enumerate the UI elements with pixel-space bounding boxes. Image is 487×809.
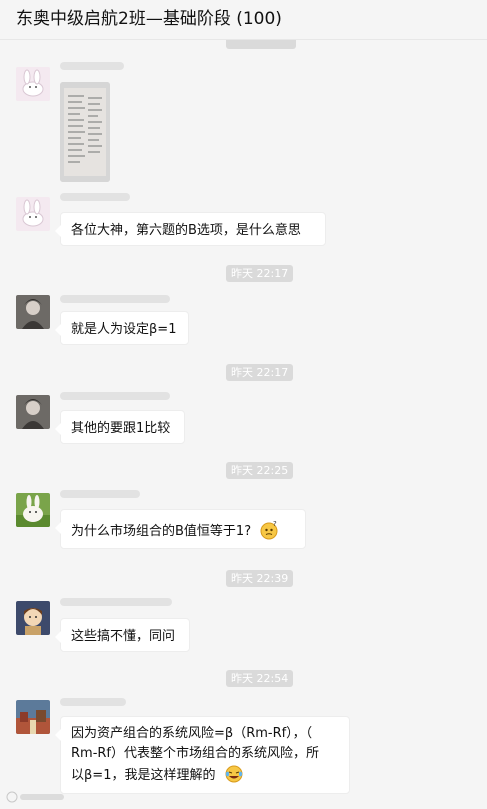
- message-bubble[interactable]: 其他的要跟1比较: [55, 410, 185, 444]
- nickname-blurred: [60, 193, 130, 201]
- avatar[interactable]: [16, 395, 50, 429]
- message-text: 其他的要跟1比较: [71, 421, 171, 436]
- message-bubble[interactable]: 为什么市场组合的B值恒等于1? ?: [55, 509, 306, 549]
- timestamp: 昨天 22:54: [226, 670, 294, 687]
- nickname-blurred: [60, 295, 170, 303]
- image-message[interactable]: [60, 82, 110, 182]
- message-text-line: Rm-Rf）代表整个市场组合的系统风险，所: [71, 746, 319, 761]
- message-bubble[interactable]: 就是人为设定β=1: [55, 311, 189, 345]
- message-text: 各位大神，第六题的B选项，是什么意思: [71, 223, 301, 238]
- thinking-face-icon: ?: [259, 520, 279, 540]
- timestamp-cut: [226, 40, 296, 49]
- avatar[interactable]: [16, 700, 50, 734]
- nickname-blurred: [60, 698, 126, 706]
- avatar[interactable]: [16, 67, 50, 101]
- nickname-blurred: [60, 392, 170, 400]
- message-text: 这些搞不懂，同问: [71, 629, 176, 644]
- message-bubble[interactable]: 这些搞不懂，同问: [55, 618, 190, 652]
- avatar[interactable]: [16, 601, 50, 635]
- message-text-line-wrap: 以β=1，我是这样理解的: [71, 764, 339, 786]
- message-bubble[interactable]: 各位大神，第六题的B选项，是什么意思: [55, 212, 326, 246]
- chat-title: 东奥中级启航2班—基础阶段 (100): [16, 9, 282, 29]
- timestamp: 昨天 22:25: [226, 462, 294, 479]
- nickname-blurred: [60, 598, 172, 606]
- message-text-line: 因为资产组合的系统风险=β（Rm-Rf），（: [71, 726, 313, 741]
- svg-text:?: ?: [273, 520, 277, 528]
- avatar[interactable]: [16, 295, 50, 329]
- avatar[interactable]: [16, 493, 50, 527]
- timestamp: 昨天 22:17: [226, 364, 294, 381]
- message-text-line: 以β=1，我是这样理解的: [71, 768, 216, 783]
- message-bubble[interactable]: 因为资产组合的系统风险=β（Rm-Rf），（ Rm-Rf）代表整个市场组合的系统…: [55, 716, 350, 794]
- nickname-blurred: [60, 62, 124, 70]
- message-text: 为什么市场组合的B值恒等于1?: [71, 524, 252, 539]
- chat-header: 东奥中级启航2班—基础阶段 (100): [0, 0, 487, 40]
- timestamp: 昨天 22:17: [226, 265, 294, 282]
- laughing-tears-icon: [224, 764, 244, 784]
- watermark: [6, 791, 66, 806]
- message-text: 就是人为设定β=1: [71, 322, 177, 337]
- message-list[interactable]: 各位大神，第六题的B选项，是什么意思 昨天 22:17 就是人为设定β=1 昨天…: [0, 40, 487, 809]
- avatar[interactable]: [16, 197, 50, 231]
- timestamp: 昨天 22:39: [226, 570, 294, 587]
- nickname-blurred: [60, 490, 140, 498]
